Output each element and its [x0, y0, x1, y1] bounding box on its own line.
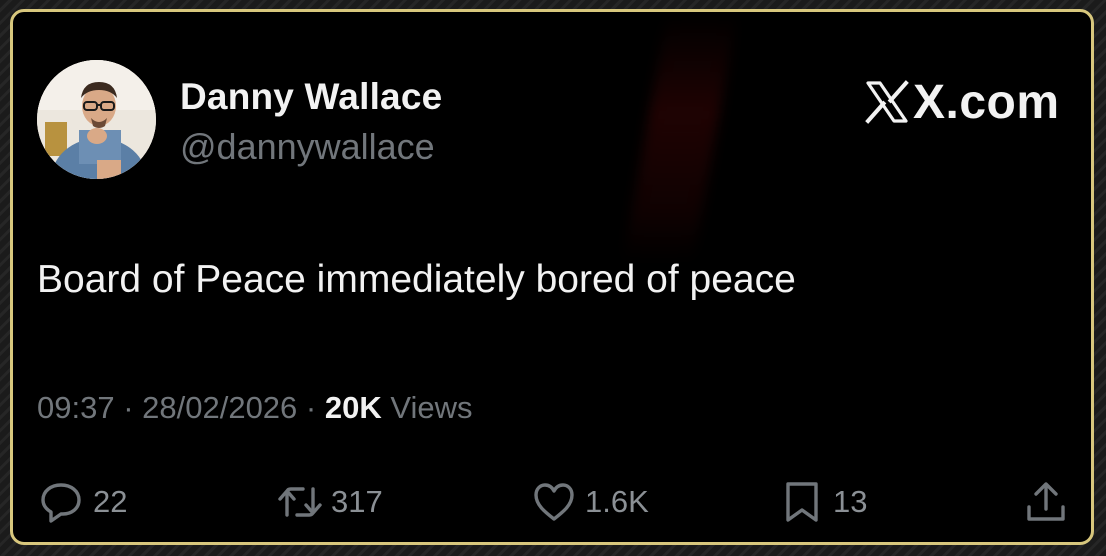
tweet-meta: 09:37 · 28/02/2026 · 20K Views — [37, 390, 473, 426]
share-button[interactable] — [1023, 474, 1069, 530]
tweet-text: Board of Peace immediately bored of peac… — [37, 258, 796, 301]
views-label: Views — [390, 390, 473, 425]
avatar-image — [37, 60, 156, 179]
post-time[interactable]: 09:37 — [37, 390, 115, 425]
action-bar: 22 317 1.6K 13 — [13, 474, 1091, 530]
author-name[interactable]: Danny Wallace — [180, 76, 442, 118]
reply-button[interactable]: 22 — [39, 474, 127, 530]
brand-domain: X.com — [913, 75, 1060, 129]
bookmark-count: 13 — [833, 484, 868, 519]
author-handle[interactable]: @dannywallace — [180, 126, 435, 168]
tweet-card: Danny Wallace @dannywallace X.com Board … — [10, 9, 1094, 545]
repost-icon — [278, 487, 322, 517]
bookmark-icon — [786, 482, 818, 522]
screenshot-frame: Danny Wallace @dannywallace X.com Board … — [0, 0, 1106, 556]
repost-count: 317 — [331, 484, 383, 519]
share-icon — [1027, 482, 1065, 521]
reply-count: 22 — [93, 484, 128, 519]
avatar[interactable] — [37, 60, 156, 179]
post-date[interactable]: 28/02/2026 — [142, 390, 297, 425]
meta-separator: · — [114, 390, 143, 425]
like-button[interactable]: 1.6K — [531, 474, 649, 530]
background-glow — [622, 12, 738, 262]
reply-icon — [41, 483, 81, 523]
x-logo-icon — [865, 80, 909, 124]
like-count: 1.6K — [585, 484, 649, 519]
like-icon — [534, 483, 574, 521]
views-count: 20K — [324, 390, 382, 425]
brand-logo: X.com — [865, 72, 1060, 132]
meta-separator: · — [297, 390, 325, 425]
bookmark-button[interactable]: 13 — [779, 474, 867, 530]
repost-button[interactable]: 317 — [277, 474, 383, 530]
